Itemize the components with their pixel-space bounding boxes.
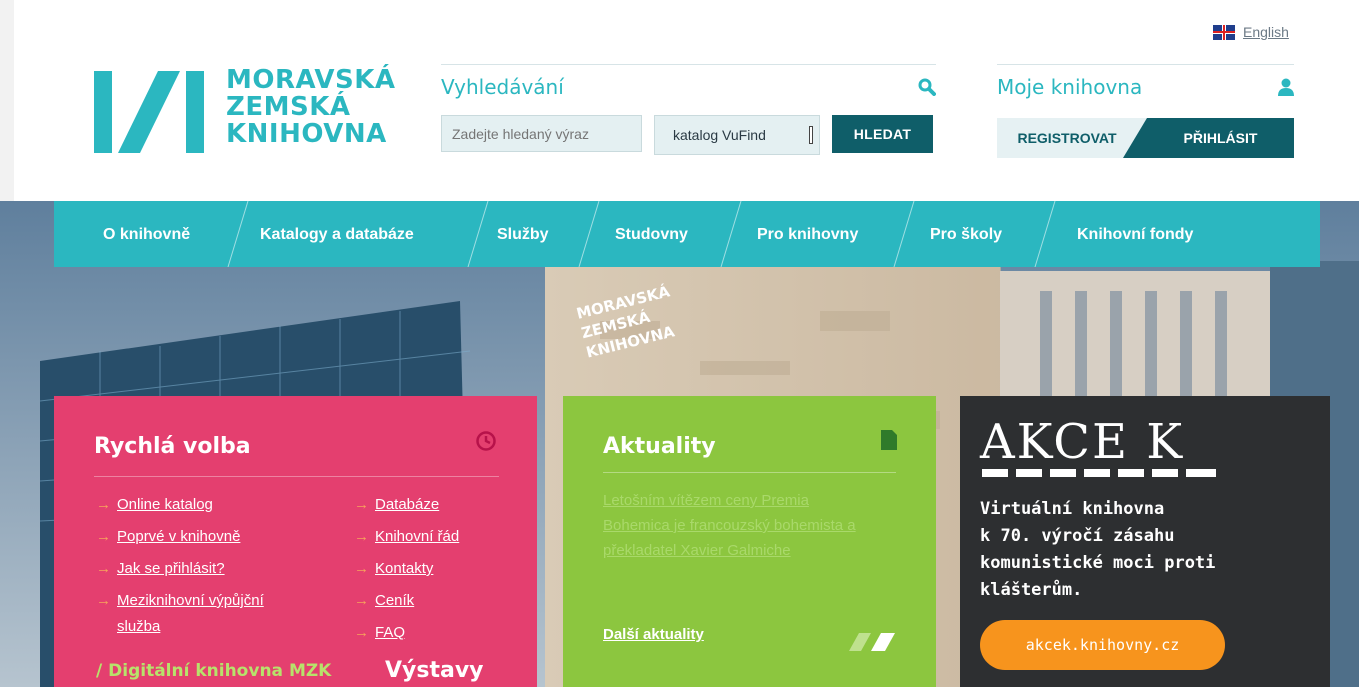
news-headline-link[interactable]: Letošním vítězem ceny Premia Bohemica je…	[603, 488, 871, 563]
quick-choice-title: Rychlá volba	[94, 434, 251, 459]
nav-separator	[893, 201, 915, 267]
list-item[interactable]: → Kontakty	[354, 558, 459, 590]
clock-icon	[476, 431, 496, 451]
quick-choice-panel: Rychlá volba → Online katalog → Poprvé v k…	[54, 396, 537, 687]
select-handle-icon	[809, 126, 813, 144]
more-news-link[interactable]: Další aktuality	[603, 626, 704, 643]
exhibitions-heading[interactable]: Výstavy	[385, 658, 484, 683]
language-link[interactable]: English	[1243, 24, 1289, 40]
arrow-right-icon: →	[354, 624, 369, 641]
language-switch[interactable]: English	[1213, 24, 1289, 40]
nav-item-sluzby[interactable]: Služby	[497, 201, 549, 267]
dashes-decoration-icon	[982, 469, 1216, 477]
logo-line-2: ZEMSKÁ	[226, 92, 351, 122]
quick-link[interactable]: Databáze	[375, 496, 439, 513]
quick-link[interactable]: Ceník	[375, 592, 414, 609]
quick-link[interactable]: Knihovní řád	[375, 528, 459, 545]
arrow-right-icon: →	[354, 560, 369, 577]
promo-panel: AKCE K Virtuální knihovna k 70. výročí z…	[960, 396, 1330, 687]
user-icon[interactable]	[1278, 78, 1294, 96]
promo-text: Virtuální knihovna k 70. výročí zásahu k…	[980, 496, 1215, 604]
uk-flag-icon	[1213, 24, 1235, 40]
list-item[interactable]: → Jak se přihlásit?	[96, 558, 264, 590]
nav-item-pro-knihovny[interactable]: Pro knihovny	[757, 201, 858, 267]
catalog-select-value: katalog VuFind	[673, 127, 766, 143]
quick-links-right: → Databáze → Knihovní řád → Kontakty → Ceník…	[354, 494, 459, 654]
promo-link-button[interactable]: akcek.knihovny.cz	[980, 620, 1225, 670]
account-title: Moje knihovna	[997, 75, 1143, 99]
nav-separator	[1034, 201, 1056, 267]
news-title: Aktuality	[603, 434, 716, 459]
quick-link[interactable]: Poprvé v knihovně	[117, 528, 240, 545]
quick-link[interactable]: Meziknihovní výpůjční	[117, 592, 264, 609]
promo-line: komunistické moci proti	[980, 553, 1216, 573]
quick-link[interactable]: FAQ	[375, 624, 405, 641]
list-item[interactable]: → Knihovní řád	[354, 526, 459, 558]
digital-library-link[interactable]: / Digitální knihovna MZK	[96, 661, 331, 681]
arrow-right-icon: →	[96, 560, 111, 577]
quick-link[interactable]: Jak se přihlásit?	[117, 560, 225, 577]
main-nav: O knihovně Katalogy a databáze Služby St…	[54, 201, 1320, 267]
nav-item-studovny[interactable]: Studovny	[615, 201, 688, 267]
list-item[interactable]: → FAQ	[354, 622, 459, 654]
promo-title: AKCE K	[980, 414, 1185, 470]
quick-link-wrap[interactable]: služba	[117, 618, 160, 635]
search-title: Vyhledávání	[441, 75, 564, 99]
document-icon	[881, 430, 897, 450]
account-divider	[997, 64, 1294, 65]
arrow-right-icon: →	[96, 528, 111, 545]
search-divider	[441, 64, 936, 65]
promo-line: k 70. výročí zásahu	[980, 526, 1175, 546]
nav-item-knihovni-fondy[interactable]: Knihovní fondy	[1077, 201, 1193, 267]
catalog-select[interactable]: katalog VuFind	[654, 115, 820, 155]
list-item[interactable]: → Poprvé v knihovně	[96, 526, 264, 558]
search-icon[interactable]	[918, 78, 936, 96]
arrow-right-icon: →	[354, 592, 369, 609]
logo-line-3: KNIHOVNA	[226, 119, 387, 149]
search-block: Vyhledávání katalog VuFind HLEDAT	[441, 64, 936, 155]
slash-icon: /	[96, 661, 109, 681]
quick-links-left: → Online katalog → Poprvé v knihovně → Jak …	[96, 494, 264, 622]
nav-item-pro-skoly[interactable]: Pro školy	[930, 201, 1002, 267]
quick-link[interactable]: Online katalog	[117, 496, 213, 513]
nav-separator	[467, 201, 489, 267]
list-item[interactable]: → Ceník	[354, 590, 459, 622]
login-button[interactable]: PŘIHLÁSIT	[1123, 118, 1294, 158]
search-button[interactable]: HLEDAT	[832, 115, 933, 153]
quick-choice-divider	[94, 476, 499, 477]
account-block: Moje knihovna REGISTROVAT PŘIHLÁSIT	[997, 64, 1294, 158]
search-input[interactable]	[441, 115, 642, 152]
arrow-right-icon: →	[354, 496, 369, 513]
news-divider	[603, 472, 896, 473]
logo-mark-icon	[94, 71, 204, 153]
news-panel: Aktuality Letošním vítězem ceny Premia B…	[563, 396, 936, 687]
arrow-right-icon: →	[96, 496, 111, 513]
list-item[interactable]: → Online katalog	[96, 494, 264, 526]
nav-item-katalogy[interactable]: Katalogy a databáze	[260, 201, 414, 267]
quick-link[interactable]: Kontakty	[375, 560, 433, 577]
slider-nav-icon[interactable]	[849, 633, 895, 651]
nav-separator	[578, 201, 600, 267]
nav-item-o-knihovne[interactable]: O knihovně	[103, 201, 190, 267]
nav-separator	[720, 201, 742, 267]
logo-line-1: MORAVSKÁ	[226, 65, 396, 95]
nav-separator	[227, 201, 249, 267]
arrow-right-icon: →	[96, 592, 111, 609]
promo-line: klášterům.	[980, 580, 1083, 600]
list-item[interactable]: → Databáze	[354, 494, 459, 526]
logo-text: MORAVSKÁ ZEMSKÁ KNIHOVNA	[226, 67, 395, 148]
site-logo[interactable]: MORAVSKÁ ZEMSKÁ KNIHOVNA	[94, 67, 395, 157]
digital-library-label: Digitální knihovna MZK	[108, 661, 332, 681]
promo-line: Virtuální knihovna	[980, 499, 1165, 519]
arrow-right-icon: →	[354, 528, 369, 545]
